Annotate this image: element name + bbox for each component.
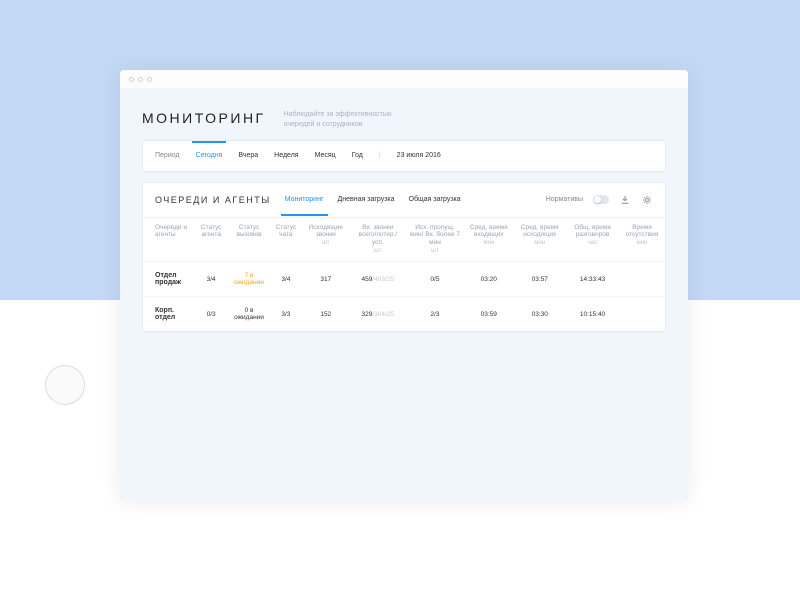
page-title: МОНИТОРИНГ: [142, 110, 266, 126]
queues-table: Очереди и агентыСтатус агентаСтатус вызо…: [143, 217, 665, 332]
window-close-icon[interactable]: [129, 77, 134, 82]
queues-section: ОЧЕРЕДИ И АГЕНТЫ Мониторинг Дневная загру…: [142, 182, 666, 333]
col-6: Исх. пропущ. мин/ Вх. более 7 миншт: [406, 217, 464, 262]
period-date[interactable]: 23 июля 2016: [397, 152, 441, 159]
period-tab-3[interactable]: Месяц: [315, 142, 336, 169]
period-label: Период: [155, 152, 180, 159]
table-row[interactable]: Отдел продаж3/47 в ожидании3/4317459/403…: [143, 262, 665, 297]
col-7: Сред. время входящихмин: [464, 217, 513, 262]
subtab-1[interactable]: Дневная загрузка: [338, 184, 395, 215]
col-9: Общ. время разговоровчас: [566, 217, 619, 262]
period-tab-2[interactable]: Неделя: [274, 142, 298, 169]
download-icon[interactable]: [619, 194, 631, 206]
col-10: Время отсутствиямин: [619, 217, 665, 262]
col-5: Вх. звонки всего/потер./усп.шт.: [350, 217, 406, 262]
col-1: Статус агента: [194, 217, 228, 262]
section-title: ОЧЕРЕДИ И АГЕНТЫ: [155, 195, 271, 205]
period-tab-1[interactable]: Вчера: [238, 142, 258, 169]
decorative-circle: [45, 365, 85, 405]
norms-label: Нормативы: [546, 196, 583, 203]
window-titlebar: [120, 70, 688, 88]
col-8: Сред. время исходящихмин: [513, 217, 566, 262]
app-window: МОНИТОРИНГ Наблюдайте за эффективностью …: [120, 70, 688, 500]
col-3: Статус чата: [270, 217, 302, 262]
table-row[interactable]: Корп. отдел0/30 в ожидании3/3152329/304/…: [143, 297, 665, 332]
col-2: Статус вызовов: [228, 217, 270, 262]
subtab-2[interactable]: Общая загрузка: [409, 184, 461, 215]
period-tab-0[interactable]: Сегодня: [196, 142, 223, 169]
page-header: МОНИТОРИНГ Наблюдайте за эффективностью …: [120, 88, 688, 140]
gear-icon[interactable]: [641, 194, 653, 206]
col-4: Исходящие звонкишт: [302, 217, 350, 262]
norms-toggle[interactable]: [593, 195, 609, 204]
window-min-icon[interactable]: [138, 77, 143, 82]
window-max-icon[interactable]: [147, 77, 152, 82]
period-tab-4[interactable]: Год: [352, 142, 363, 169]
period-panel: Период Сегодня Вчера Неделя Месяц Год | 23 и…: [142, 140, 666, 172]
subtab-0[interactable]: Мониторинг: [285, 184, 324, 215]
page-subtitle: Наблюдайте за эффективностью очередей и …: [284, 110, 414, 130]
date-separator: |: [379, 152, 381, 159]
col-0: Очереди и агенты: [143, 217, 194, 262]
